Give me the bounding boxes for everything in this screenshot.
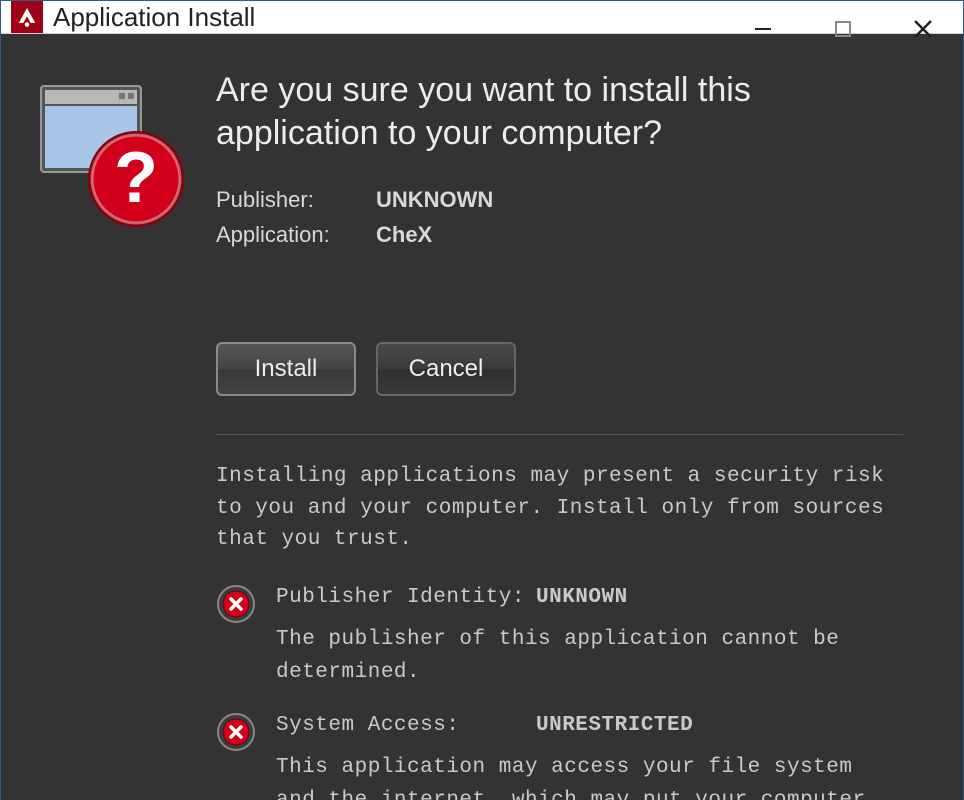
risk-value: UNRESTRICTED: [536, 710, 693, 743]
window-title: Application Install: [53, 2, 255, 33]
cancel-button[interactable]: Cancel: [376, 342, 516, 396]
risk-label: System Access:: [276, 710, 536, 743]
risk-body: System Access: UNRESTRICTED This applica…: [276, 710, 903, 800]
risk-detail: The publisher of this application cannot…: [276, 624, 903, 689]
info-table: Publisher: UNKNOWN Application: CheX: [216, 182, 903, 252]
risk-detail: This application may access your file sy…: [276, 752, 903, 800]
divider: [216, 434, 903, 435]
window-controls: [723, 1, 963, 57]
security-warning-text: Installing applications may present a se…: [216, 461, 903, 556]
dialog-heading: Are you sure you want to install this ap…: [216, 69, 903, 154]
dialog-body: ? Are you sure you want to install this …: [1, 34, 963, 800]
install-dialog-window: Application Install: [0, 0, 964, 800]
publisher-row: Publisher: UNKNOWN: [216, 182, 903, 217]
risk-label: Publisher Identity:: [276, 582, 536, 615]
error-icon: [216, 584, 256, 624]
error-icon: [216, 712, 256, 752]
publisher-label: Publisher:: [216, 182, 376, 217]
install-warning-icon: ?: [31, 74, 191, 234]
install-button[interactable]: Install: [216, 342, 356, 396]
application-label: Application:: [216, 217, 376, 252]
button-row: Install Cancel: [216, 342, 903, 396]
application-row: Application: CheX: [216, 217, 903, 252]
icon-column: ?: [31, 69, 216, 800]
titlebar[interactable]: Application Install: [1, 1, 963, 34]
risk-value: UNKNOWN: [536, 582, 628, 615]
application-value: CheX: [376, 217, 432, 252]
risk-item-system-access: System Access: UNRESTRICTED This applica…: [216, 710, 903, 800]
svg-text:?: ?: [114, 138, 158, 218]
close-button[interactable]: [883, 1, 963, 57]
risk-body: Publisher Identity: UNKNOWN The publishe…: [276, 582, 903, 690]
publisher-value: UNKNOWN: [376, 182, 493, 217]
maximize-button[interactable]: [803, 1, 883, 57]
air-app-icon: [11, 1, 43, 33]
minimize-button[interactable]: [723, 1, 803, 57]
content-column: Are you sure you want to install this ap…: [216, 69, 903, 800]
risk-item-publisher: Publisher Identity: UNKNOWN The publishe…: [216, 582, 903, 690]
